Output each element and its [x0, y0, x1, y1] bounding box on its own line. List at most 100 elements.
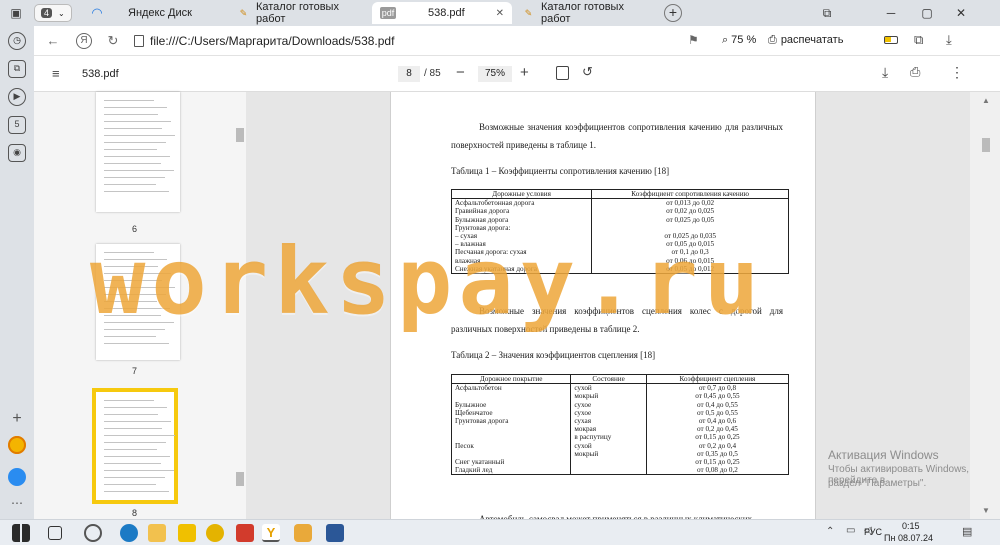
- download-pdf-icon[interactable]: ⤓: [882, 64, 888, 81]
- scrollbar-thumb[interactable]: [982, 138, 990, 152]
- task-view-icon[interactable]: [48, 526, 62, 540]
- notification-icon[interactable]: ▤: [962, 525, 972, 538]
- tab-yandex-disk[interactable]: ◠ Яндекс Диск: [82, 2, 227, 24]
- tab-catalog-1[interactable]: ✎ Каталог готовых работ: [229, 1, 371, 25]
- table-row: Булыжное сухое от 0,4 до 0,55: [450, 400, 790, 409]
- vertical-scrollbar[interactable]: ▲ ▼: [970, 92, 1000, 519]
- clock-date[interactable]: Пн 08.07.24: [884, 533, 933, 543]
- close-icon[interactable]: ✕: [496, 8, 504, 19]
- table-row: Песок сухой от 0,2 до 0,4: [450, 441, 790, 450]
- tab-label: Каталог готовых работ: [255, 1, 339, 25]
- thumbnail-label: 6: [132, 224, 138, 234]
- messenger-icon[interactable]: [8, 468, 26, 486]
- paragraph-2: Возможные значения коэффициентов сцеплен…: [451, 306, 783, 334]
- thumbnail-text-line: [104, 329, 165, 330]
- thumbnail-page-8-selected[interactable]: [92, 388, 178, 504]
- more-icon[interactable]: ⋯: [8, 496, 26, 510]
- thumbnail-text-line: [104, 308, 170, 309]
- table-header-cell: Дорожные условия: [450, 188, 593, 200]
- media-icon[interactable]: [178, 524, 196, 542]
- table-cell: Булыжная дорога: [450, 215, 593, 224]
- paragraph-1: Возможные значения коэффициентов сопроти…: [451, 122, 783, 150]
- tab-counter[interactable]: 4 ⌄: [34, 4, 72, 22]
- history-icon[interactable]: ◷: [8, 32, 26, 50]
- hamburger-icon[interactable]: ≡: [52, 66, 60, 81]
- table-cell: от 0,2 до 0,45: [645, 425, 790, 434]
- scroll-down-icon[interactable]: ▼: [982, 506, 990, 515]
- windows-start-icon[interactable]: [12, 524, 30, 542]
- alice-icon[interactable]: [8, 436, 26, 454]
- print-pdf-icon[interactable]: ⎙: [910, 64, 920, 80]
- rotate-icon[interactable]: ↺: [582, 64, 593, 80]
- add-panel-icon[interactable]: +: [8, 410, 26, 428]
- thumbnail-scrollbar[interactable]: [236, 128, 244, 142]
- thumbnail-text-line: [104, 449, 157, 450]
- thumbnail-scrollbar-thumb[interactable]: [236, 472, 244, 486]
- tab-pdf[interactable]: pdf 538.pdf ✕: [372, 2, 512, 24]
- back-icon[interactable]: ←: [44, 32, 62, 50]
- table-cell: от 0,7 до 0,8: [645, 383, 790, 393]
- screenshot-icon[interactable]: ◉: [8, 144, 26, 162]
- zoom-out-button[interactable]: −: [456, 64, 465, 81]
- zoom-in-button[interactable]: +: [520, 64, 529, 81]
- zoom-indicator[interactable]: ⌕ 75 %: [722, 34, 756, 47]
- yandex-icon[interactable]: Я: [76, 33, 92, 49]
- menu-icon[interactable]: ▣: [8, 5, 24, 21]
- download-icon[interactable]: ⤓: [946, 32, 952, 48]
- table-row: Грунтовая дорога:: [450, 223, 789, 233]
- explorer-icon[interactable]: [148, 524, 166, 542]
- activation-title: Активация Windows: [828, 448, 939, 462]
- print-button[interactable]: ⎙ распечатать: [768, 34, 843, 47]
- tray-chevron-icon[interactable]: ⌃: [826, 526, 834, 537]
- video-icon[interactable]: ▶: [8, 88, 26, 106]
- thumbnail-text-line: [104, 491, 169, 492]
- yandex-browser-icon[interactable]: Y: [262, 524, 280, 542]
- paragraph-3: Автомобиль-самосвал может применяться в …: [479, 514, 753, 519]
- clock-time[interactable]: 0:15: [902, 521, 920, 531]
- ms-office-icon[interactable]: [236, 524, 254, 542]
- thumbnail-page-6[interactable]: [96, 92, 180, 212]
- chevron-down-icon: ⌄: [58, 8, 65, 18]
- language-indicator[interactable]: РУС: [864, 527, 882, 537]
- thumbnail-text-line: [104, 407, 167, 408]
- page-number-input[interactable]: 8: [398, 66, 420, 82]
- thumbnail-page-7[interactable]: [96, 244, 180, 360]
- table-cell: от 0,08 до 0,2: [645, 466, 790, 476]
- paint-icon[interactable]: [294, 524, 312, 542]
- thumbnail-text-line: [104, 484, 156, 485]
- close-window-icon[interactable]: ✕: [952, 4, 970, 22]
- maximize-icon[interactable]: ▢: [918, 4, 936, 22]
- table-cell: [450, 449, 572, 459]
- extensions-icon[interactable]: ⧉: [914, 32, 923, 48]
- word-icon[interactable]: [326, 524, 344, 542]
- thumbnail-text-line: [104, 149, 157, 150]
- table-cell: [450, 433, 572, 442]
- minimize-icon[interactable]: ─: [882, 4, 900, 22]
- table-cell: Песок: [450, 441, 572, 450]
- app-icon[interactable]: [84, 524, 102, 542]
- tab-catalog-2[interactable]: ✎ Каталог готовых работ: [514, 1, 656, 25]
- table-header-cell: Дорожное покрытие: [450, 373, 572, 385]
- fit-page-icon[interactable]: [556, 66, 569, 80]
- collections-icon[interactable]: ⧉: [818, 4, 836, 22]
- more-options-icon[interactable]: ⋮: [950, 64, 964, 81]
- pdf-icon: pdf: [380, 7, 396, 19]
- table-cell: Гравийная дорога: [450, 207, 593, 216]
- new-tab-button[interactable]: +: [664, 4, 682, 22]
- five-icon[interactable]: 5: [8, 116, 26, 134]
- scroll-up-icon[interactable]: ▲: [982, 96, 990, 105]
- edge-icon[interactable]: [120, 524, 138, 542]
- network-icon[interactable]: ▭: [846, 525, 855, 536]
- thumbnail-text-line: [104, 156, 170, 157]
- yandex-app-icon[interactable]: [206, 524, 224, 542]
- table-cell: от 0,2 до 0,4: [645, 441, 790, 450]
- downloads-icon[interactable]: ⧉: [8, 60, 26, 78]
- url-field[interactable]: file:///C:/Users/Маргарита/Downloads/538…: [150, 34, 394, 48]
- reload-icon[interactable]: ↻: [104, 32, 122, 50]
- thumbnail-text-line: [104, 428, 162, 429]
- thumbnail-label: 8: [132, 508, 138, 518]
- zoom-field[interactable]: 75%: [478, 66, 512, 82]
- bookmark-icon[interactable]: ⚑: [688, 33, 699, 47]
- thumbnail-text-line: [104, 191, 169, 192]
- table-cell: от 0,45 до 0,55: [645, 392, 790, 401]
